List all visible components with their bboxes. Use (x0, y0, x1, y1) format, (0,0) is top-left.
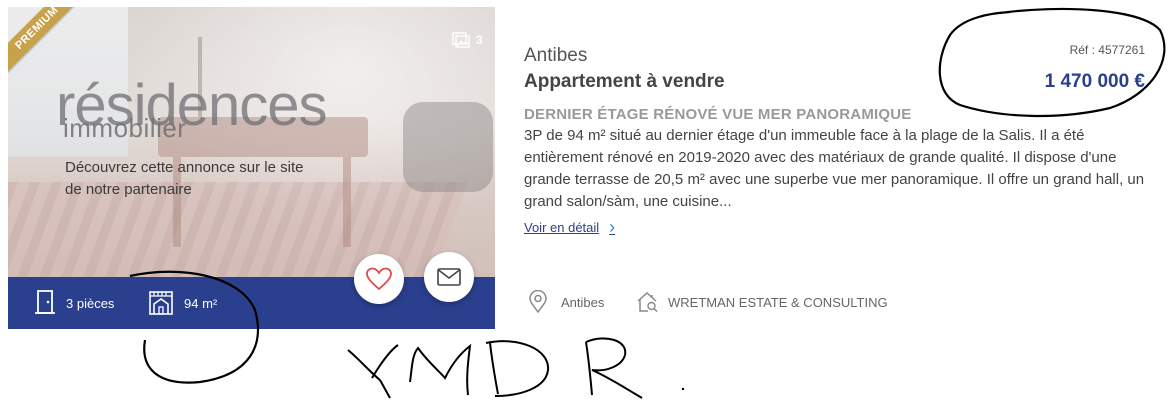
chevron-right-icon: › (609, 217, 616, 237)
handwritten-dot (681, 387, 685, 391)
photo-count-value: 3 (476, 33, 483, 47)
listing-description: 3P de 94 m² situé au dernier étage d'un … (524, 127, 1145, 210)
reference-number: Réf : 4577261 (1069, 43, 1145, 57)
handwritten-letter-y (347, 344, 399, 399)
rooms-value: 3 pièces (66, 295, 115, 311)
floorplan-house-icon (149, 291, 173, 315)
heart-icon (366, 267, 392, 291)
area-feature: 94 m² (148, 277, 217, 329)
area-value: 94 m² (184, 295, 218, 311)
rooms-feature: 3 pièces (34, 277, 114, 329)
contact-button[interactable] (424, 252, 474, 302)
envelope-icon (437, 268, 461, 286)
price-circle-annotation (938, 7, 1166, 118)
listing-city: Antibes (524, 45, 588, 66)
handwritten-letter-d (485, 340, 550, 397)
handwritten-letter-m (409, 343, 472, 396)
favorite-button[interactable] (354, 254, 404, 304)
listing-headline: DERNIER ÉTAGE RÉNOVÉ VUE MER PANORAMIQUE (524, 106, 912, 123)
listing-price: 1 470 000 € (1044, 71, 1145, 92)
agency-name: WRETMAN ESTATE & CONSULTING (668, 294, 888, 310)
door-icon (35, 290, 55, 314)
partner-message: Découvrez cette annonce sur le site de n… (65, 159, 304, 198)
location: Antibes (527, 290, 604, 314)
agency-house-icon (637, 291, 658, 313)
features-bar: 3 pièces 94 m² (8, 277, 495, 329)
listing-photo[interactable]: PREMIUM 3 résidences immobilier Découvre… (8, 7, 495, 329)
view-details-link[interactable]: Voir en détail › (524, 218, 615, 236)
map-pin-icon (529, 290, 547, 314)
photo-count[interactable]: 3 (452, 32, 483, 48)
handwritten-letter-r (585, 337, 643, 399)
photos-icon (452, 32, 470, 48)
partner-logo-subtitle: immobilier (63, 113, 187, 143)
view-details-label: Voir en détail (524, 219, 600, 235)
location-label: Antibes (561, 294, 605, 310)
property-type[interactable]: Appartement à vendre (524, 71, 725, 93)
agency[interactable]: WRETMAN ESTATE & CONSULTING (636, 290, 888, 314)
